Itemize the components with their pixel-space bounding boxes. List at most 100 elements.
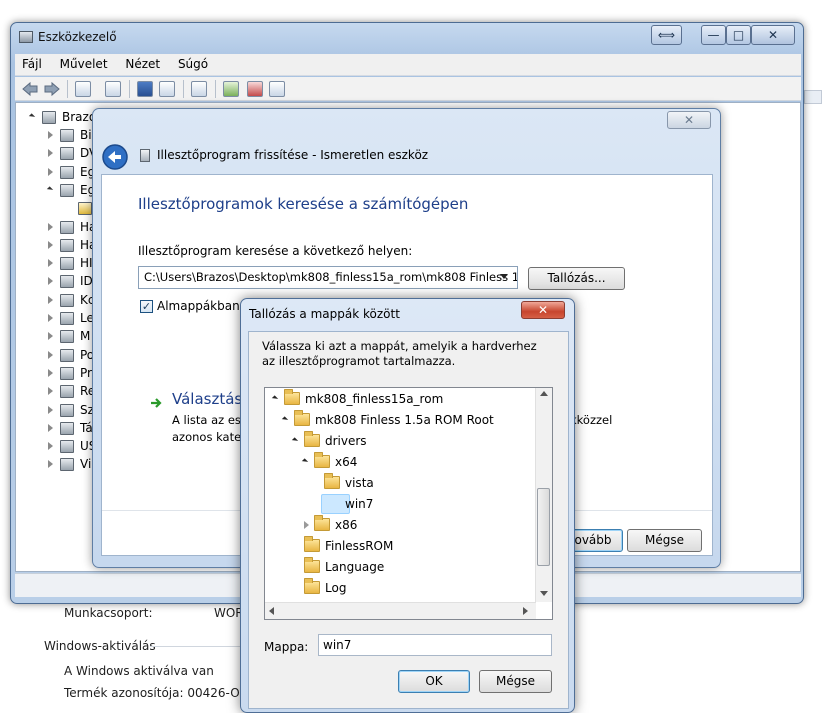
tree-item-label: M <box>80 329 91 344</box>
menu-help[interactable]: Súgó <box>171 54 215 74</box>
forward-arrow-icon[interactable] <box>43 81 61 97</box>
device-category-icon <box>60 366 74 380</box>
expand-icon[interactable] <box>48 332 53 341</box>
resize-button[interactable]: ⟺ <box>651 25 682 45</box>
update-dialog-title: Illesztőprogram frissítése - Ismeretlen … <box>157 148 429 162</box>
workgroup-label: Munkacsoport: <box>64 606 153 620</box>
device-category-icon <box>60 458 74 472</box>
toolbar-separator <box>67 80 68 98</box>
expand-icon[interactable] <box>304 521 309 529</box>
vertical-scrollbar[interactable] <box>535 388 552 602</box>
expand-icon[interactable] <box>48 259 53 268</box>
folder-name: mk808_finless15a_rom <box>305 392 444 406</box>
collapse-icon[interactable] <box>281 416 289 423</box>
folder-name: FinlessROM <box>325 539 394 553</box>
scroll-down-icon[interactable] <box>540 591 548 596</box>
disable-device-icon[interactable] <box>269 81 285 97</box>
folder-input[interactable]: win7 <box>318 634 552 656</box>
choose-option-heading[interactable]: Választás <box>172 390 242 408</box>
folder-icon <box>324 473 340 489</box>
expand-icon[interactable] <box>48 405 53 414</box>
background-toolbar-fragment <box>804 90 822 104</box>
expand-icon[interactable] <box>48 314 53 322</box>
back-circle-icon[interactable] <box>101 143 129 171</box>
folder-name: vista <box>345 476 374 490</box>
expand-icon[interactable] <box>48 423 53 432</box>
computer-icon <box>42 111 56 124</box>
folder-name: x86 <box>335 518 358 532</box>
view-icon[interactable] <box>159 81 175 97</box>
expand-icon[interactable] <box>48 295 53 304</box>
expand-icon[interactable] <box>48 442 53 451</box>
expand-icon[interactable] <box>48 460 53 469</box>
expand-icon[interactable] <box>48 131 53 139</box>
back-arrow-icon[interactable] <box>21 81 39 97</box>
browse-cancel-button[interactable]: Mégse <box>479 670 552 693</box>
browse-dialog-body: Válassza ki azt a mappát, amelyik a hard… <box>248 331 569 709</box>
expand-icon[interactable] <box>48 277 53 286</box>
device-category-icon <box>60 183 74 197</box>
device-category-icon <box>60 275 74 289</box>
folder-name: mk808 Finless 1.5a ROM Root <box>315 413 494 427</box>
tree-item-label: Tá <box>80 420 93 435</box>
close-button[interactable]: ✕ <box>751 25 795 45</box>
update-dialog-close-button[interactable]: ✕ <box>667 111 711 129</box>
folder-tree[interactable]: mk808_finless15a_rom mk808 Finless 1.5a R… <box>264 387 553 620</box>
device-category-icon <box>60 385 74 399</box>
path-combobox[interactable]: C:\Users\Brazos\Desktop\mk808_finless15a… <box>138 266 518 289</box>
minimize-button[interactable]: — <box>701 25 726 45</box>
menu-action[interactable]: Művelet <box>53 54 115 74</box>
device-category-icon <box>60 220 74 234</box>
expand-icon[interactable] <box>48 368 53 377</box>
expand-icon[interactable] <box>48 222 53 231</box>
expand-icon[interactable] <box>48 387 53 396</box>
vertical-scroll-thumb[interactable] <box>537 488 550 566</box>
expand-icon[interactable] <box>48 350 53 359</box>
path-value: C:\Users\Brazos\Desktop\mk808_finless15a… <box>144 270 518 284</box>
cancel-button[interactable]: Mégse <box>627 529 702 552</box>
menu-file[interactable]: Fájl <box>15 54 49 74</box>
horizontal-scrollbar[interactable] <box>265 602 536 619</box>
folder-name: x64 <box>335 455 358 469</box>
collapse-icon[interactable] <box>301 458 309 465</box>
activation-status: A Windows aktiválva van <box>64 664 214 678</box>
activation-divider <box>150 646 240 647</box>
browse-button[interactable]: Tallózás... <box>528 267 625 290</box>
show-hide-icon[interactable] <box>105 81 121 97</box>
tree-item-label: HI <box>80 256 93 271</box>
device-category-icon <box>60 440 74 454</box>
expand-icon[interactable] <box>28 113 36 120</box>
collapse-icon[interactable] <box>291 437 299 444</box>
toolbar-separator <box>183 80 184 98</box>
expand-icon[interactable] <box>48 149 53 158</box>
toolbar <box>15 77 801 101</box>
collapse-icon[interactable] <box>271 395 279 402</box>
menu-view[interactable]: Nézet <box>118 54 167 74</box>
chevron-down-icon[interactable] <box>500 274 508 279</box>
update-driver-icon[interactable] <box>223 81 239 97</box>
ok-button[interactable]: OK <box>398 670 470 693</box>
uninstall-icon[interactable] <box>247 81 263 97</box>
device-category-icon <box>78 202 92 216</box>
tree-item-label: ID <box>80 274 93 289</box>
help-icon[interactable] <box>137 81 153 97</box>
subfolders-checkbox[interactable]: ✓ <box>140 300 153 313</box>
scroll-left-icon[interactable] <box>269 607 274 615</box>
scroll-up-icon[interactable] <box>540 391 548 396</box>
browse-dialog-close-button[interactable]: ✕ <box>521 301 565 319</box>
folder-icon <box>304 536 320 552</box>
expand-icon[interactable] <box>48 167 53 176</box>
folder-icon <box>294 410 310 426</box>
properties-icon[interactable] <box>75 81 91 97</box>
maximize-button[interactable]: □ <box>726 25 751 45</box>
expand-icon[interactable] <box>48 240 53 249</box>
device-category-icon <box>60 421 74 435</box>
toolbar-separator <box>129 80 130 98</box>
scan-hardware-icon[interactable] <box>191 81 207 97</box>
folder-icon <box>304 557 320 573</box>
expand-icon[interactable] <box>46 186 54 193</box>
device-category-icon <box>60 293 74 307</box>
browse-dialog-title: Tallózás a mappák között <box>249 307 400 321</box>
device-icon <box>140 149 150 162</box>
scroll-right-icon[interactable] <box>523 607 528 615</box>
